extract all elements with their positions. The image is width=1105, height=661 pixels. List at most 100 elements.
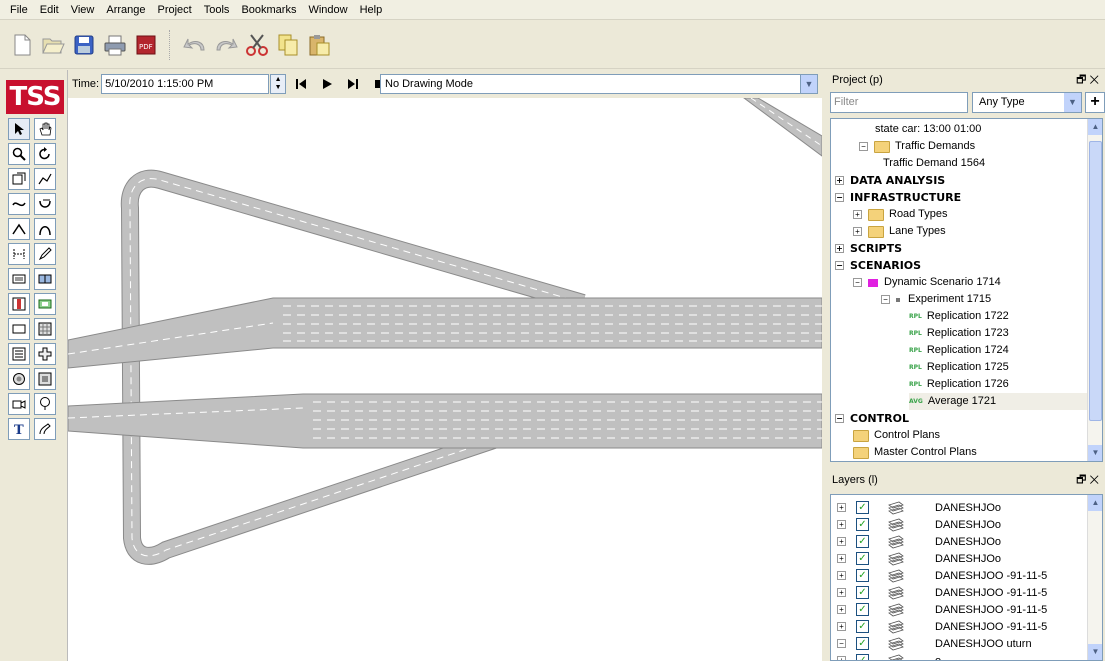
signal-icon[interactable] [8,293,30,315]
menu-arrange[interactable]: Arrange [100,0,151,20]
section-icon[interactable] [8,168,30,190]
expand-toggle-icon[interactable]: + [837,656,846,660]
layer-visible-checkbox[interactable]: ✓ [856,552,869,565]
pdf-icon[interactable]: PDF [132,31,160,59]
tree-scrollbar[interactable]: ▲ ▼ [1087,119,1102,461]
menu-view[interactable]: View [65,0,101,20]
grid-icon[interactable] [34,318,56,340]
menu-window[interactable]: Window [302,0,353,20]
layer-row[interactable]: + ✓ o [831,652,1087,660]
circle-icon[interactable] [8,368,30,390]
vms-icon[interactable] [34,293,56,315]
turn-icon[interactable] [34,193,56,215]
select-arrow-icon[interactable] [8,118,30,140]
scroll-thumb[interactable] [1089,141,1102,421]
add-block-icon[interactable] [34,343,56,365]
tree-item[interactable]: + Road Types [853,206,948,223]
zoom-icon[interactable] [8,143,30,165]
rotate-icon[interactable] [34,143,56,165]
expand-toggle-icon[interactable]: + [837,571,846,580]
menu-edit[interactable]: Edit [34,0,65,20]
tree-item[interactable]: RPL Replication 1726 [909,376,1009,393]
expand-toggle-icon[interactable]: + [853,227,862,236]
expand-toggle-icon[interactable]: + [837,554,846,563]
hook-icon[interactable] [34,418,56,440]
menu-bookmarks[interactable]: Bookmarks [235,0,302,20]
layer-visible-checkbox[interactable]: ✓ [856,535,869,548]
save-icon[interactable] [70,31,98,59]
tree-item[interactable]: RPL Replication 1723 [909,325,1009,342]
camera-icon[interactable] [8,393,30,415]
tree-item[interactable]: + SCRIPTS [835,240,902,257]
tree-item[interactable]: Control Plans [853,427,940,444]
network-canvas[interactable]: Time: 5/10/2010 1:15:00 PM ▲ ▼ No Drawing… [68,70,822,661]
float-close-icon[interactable]: 🗗 ✕ [1076,470,1099,490]
layer-visible-checkbox[interactable]: ✓ [856,501,869,514]
expand-toggle-icon[interactable]: − [835,261,844,270]
expand-toggle-icon[interactable]: + [837,605,846,614]
curve-icon[interactable] [8,193,30,215]
centroid-icon[interactable] [8,318,30,340]
play-icon[interactable] [316,74,338,94]
layers-scrollbar[interactable]: ▲ ▼ [1087,495,1102,660]
menu-help[interactable]: Help [354,0,389,20]
block-icon[interactable] [8,343,30,365]
metering-icon[interactable] [34,268,56,290]
layers-list[interactable]: + ✓ DANESHJOo + ✓ DANESHJOo + ✓ DANESHJOo + ✓ DANES… [830,494,1103,661]
expand-toggle-icon[interactable]: − [835,414,844,423]
arc-icon[interactable] [8,218,30,240]
layer-visible-checkbox[interactable]: ✓ [856,654,869,660]
expand-toggle-icon[interactable]: − [859,142,868,151]
type-filter-select[interactable]: Any Type ▼ [972,92,1082,113]
print-icon[interactable] [101,31,129,59]
layer-row[interactable]: + ✓ DANESHJOO -91-11-5 [831,567,1087,584]
tree-item[interactable]: − Dynamic Scenario 1714 [853,274,1001,291]
expand-toggle-icon[interactable]: − [835,193,844,202]
expand-toggle-icon[interactable]: + [853,210,862,219]
tree-item[interactable]: RPL Replication 1724 [909,342,1009,359]
undo-icon[interactable] [181,31,209,59]
scroll-up-icon[interactable]: ▲ [1088,495,1102,511]
tree-item[interactable]: RPL Replication 1722 [909,308,1009,325]
redo-icon[interactable] [212,31,240,59]
expand-toggle-icon[interactable]: + [837,622,846,631]
tree-item[interactable]: − INFRASTRUCTURE [835,189,961,206]
balloon-icon[interactable] [34,393,56,415]
open-icon[interactable] [39,31,67,59]
filter-input[interactable]: Filter [830,92,968,113]
pan-hand-icon[interactable] [34,118,56,140]
chevron-down-icon[interactable]: ▼ [800,75,817,93]
layer-visible-checkbox[interactable]: ✓ [856,518,869,531]
layer-row[interactable]: + ✓ DANESHJOO -91-11-5 [831,584,1087,601]
step-forward-icon[interactable] [342,74,364,94]
scroll-down-icon[interactable]: ▼ [1088,445,1102,461]
scroll-down-icon[interactable]: ▼ [1088,644,1102,660]
tree-item[interactable]: Traffic Demand 1564 [883,155,985,172]
scroll-up-icon[interactable]: ▲ [1088,119,1102,135]
expand-toggle-icon[interactable]: + [835,244,844,253]
layer-visible-checkbox[interactable]: ✓ [856,603,869,616]
tree-item[interactable]: − Experiment 1715 [881,291,991,308]
layer-visible-checkbox[interactable]: ✓ [856,620,869,633]
new-icon[interactable] [8,31,36,59]
drawing-mode-select[interactable]: No Drawing Mode ▼ [380,74,818,94]
layer-row[interactable]: + ✓ DANESHJOo [831,533,1087,550]
node-icon[interactable] [8,243,30,265]
road-network-map[interactable] [68,98,822,661]
tree-item[interactable]: AVG Average 1721 [909,393,1089,410]
expand-toggle-icon[interactable]: + [837,503,846,512]
layer-row[interactable]: + ✓ DANESHJOo [831,550,1087,567]
float-close-icon[interactable]: 🗗 ✕ [1076,70,1099,90]
tree-item[interactable]: − Traffic Demands [859,138,975,155]
time-spinner[interactable]: ▲ ▼ [270,74,287,94]
text-icon[interactable]: T [8,418,30,440]
layer-row[interactable]: − ✓ DANESHJOO uturn [831,635,1087,652]
square-icon[interactable] [34,368,56,390]
paste-icon[interactable] [305,31,333,59]
pen-icon[interactable] [34,243,56,265]
expand-toggle-icon[interactable]: − [837,639,846,648]
layer-row[interactable]: + ✓ DANESHJOO -91-11-5 [831,601,1087,618]
detector-icon[interactable] [8,268,30,290]
bezier-icon[interactable] [34,218,56,240]
menu-project[interactable]: Project [152,0,198,20]
